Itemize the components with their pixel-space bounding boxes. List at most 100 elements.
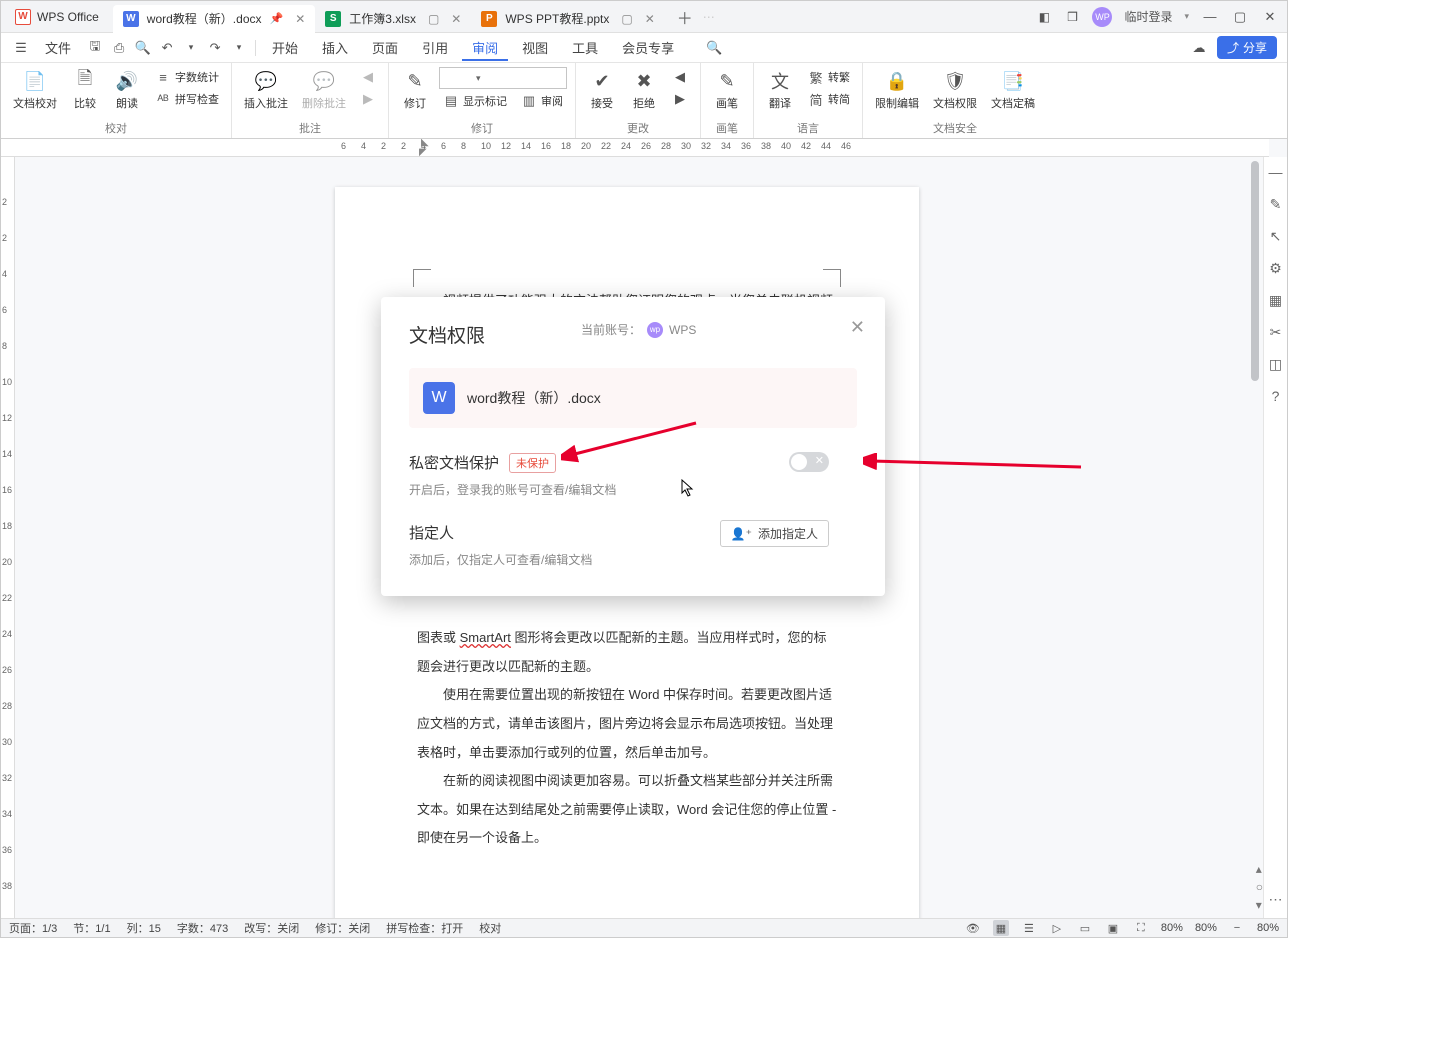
doc-paragraph[interactable]: 使用在需要位置出现的新按钮在 Word 中保存时间。若要更改图片适应文档的方式，…: [417, 681, 837, 767]
tab-ppt[interactable]: P WPS PPT教程.pptx ▢ ✕: [471, 5, 664, 33]
zoom-value-3[interactable]: 80%: [1257, 922, 1279, 934]
doc-paragraph[interactable]: 在新的阅读视图中阅读更加容易。可以折叠文档某些部分并关注所需文本。如果在达到结尾…: [417, 767, 837, 853]
tab-pin-icon[interactable]: 📌: [270, 12, 284, 25]
help-icon[interactable]: ?: [1267, 387, 1285, 405]
tab-close-icon[interactable]: ✕: [295, 12, 305, 26]
more-icon[interactable]: ⋯: [1267, 890, 1285, 908]
vertical-scrollbar[interactable]: [1249, 157, 1261, 918]
share-button[interactable]: ⤴ 分享: [1217, 36, 1277, 59]
menu-review[interactable]: 审阅: [462, 34, 508, 61]
status-overwrite[interactable]: 改写：关闭: [244, 920, 299, 936]
grid-icon[interactable]: ▦: [1267, 291, 1285, 309]
minus-icon[interactable]: —: [1267, 163, 1285, 181]
prev-comment-button[interactable]: ◀: [356, 67, 380, 87]
window-minimize-icon[interactable]: —: [1201, 9, 1219, 24]
spell-check-button[interactable]: ᴬᴮ拼写检查: [151, 89, 223, 109]
status-proof[interactable]: 校对: [479, 920, 501, 936]
hamburger-icon[interactable]: ☰: [11, 38, 31, 58]
compare-button[interactable]: 🗎比较: [67, 67, 103, 113]
doc-proof-button[interactable]: 📄文档校对: [9, 67, 61, 113]
status-column[interactable]: 列：15: [127, 920, 161, 936]
status-revision[interactable]: 修订：关闭: [315, 920, 370, 936]
markup-mode-combo[interactable]: ▾: [439, 67, 567, 89]
track-changes-button[interactable]: ✎修订: [397, 67, 433, 113]
prev-change-button[interactable]: ◀: [668, 67, 692, 87]
to-trad-button[interactable]: 繁转繁: [804, 67, 854, 87]
preview-icon[interactable]: 🔍: [133, 38, 153, 58]
login-label[interactable]: 临时登录: [1124, 8, 1172, 25]
eye-icon[interactable]: 👁: [965, 920, 981, 936]
chevron-down-icon[interactable]: ▾: [229, 38, 249, 58]
print-icon[interactable]: ⎙: [109, 38, 129, 58]
tab-restore-icon[interactable]: ▢: [621, 12, 632, 26]
zoom-value-1[interactable]: 80%: [1161, 922, 1183, 934]
zoom-out-icon[interactable]: −: [1229, 920, 1245, 936]
chevron-down-icon[interactable]: ▾: [1184, 11, 1189, 22]
status-section[interactable]: 节：1/1: [73, 920, 110, 936]
doc-permission-button[interactable]: 🛡文档权限: [929, 67, 981, 113]
to-simp-button[interactable]: 简转简: [804, 89, 854, 109]
cloud-icon[interactable]: ☁: [1189, 38, 1209, 58]
fullscreen-icon[interactable]: ⛶: [1133, 920, 1149, 936]
tools-icon[interactable]: ✂: [1267, 323, 1285, 341]
insert-comment-button[interactable]: 💬插入批注: [240, 67, 292, 113]
undo-icon[interactable]: ↶: [157, 38, 177, 58]
panel-icon[interactable]: ◧: [1036, 9, 1052, 25]
tab-close-icon[interactable]: ✕: [645, 12, 655, 26]
tab-sheet[interactable]: S 工作簿3.xlsx ▢ ✕: [315, 5, 471, 33]
vertical-ruler[interactable]: 224681012141618202224262830323436384042: [1, 157, 15, 918]
horizontal-ruler[interactable]: 6422468101214161820222426283032343638404…: [1, 139, 1269, 157]
cube-icon[interactable]: ❒: [1064, 9, 1080, 25]
menu-view[interactable]: 视图: [512, 34, 558, 61]
tab-overflow-icon[interactable]: ⋯: [703, 10, 715, 24]
menu-start[interactable]: 开始: [262, 34, 308, 61]
read-aloud-button[interactable]: 🔊朗读: [109, 67, 145, 113]
page-select-icon[interactable]: ○: [1256, 880, 1263, 894]
search-icon[interactable]: 🔍: [704, 38, 724, 58]
view-icon[interactable]: ◫: [1267, 355, 1285, 373]
review-pane-button[interactable]: ▥审阅: [517, 91, 567, 111]
add-assignee-button[interactable]: 👤⁺ 添加指定人: [720, 520, 829, 547]
reject-button[interactable]: ✖拒绝: [626, 67, 662, 113]
next-change-button[interactable]: ▶: [668, 89, 692, 109]
outline-view-icon[interactable]: ☰: [1021, 920, 1037, 936]
status-word-count[interactable]: 字数：473: [177, 920, 228, 936]
pen-button[interactable]: ✎画笔: [709, 67, 745, 113]
window-close-icon[interactable]: ✕: [1261, 9, 1279, 25]
smartart-link[interactable]: SmartArt: [460, 630, 511, 645]
delete-comment-button[interactable]: 💬删除批注: [298, 67, 350, 113]
page-up-icon[interactable]: ▴: [1256, 862, 1263, 876]
menu-tools[interactable]: 工具: [562, 34, 608, 61]
reading-view-icon[interactable]: ▣: [1105, 920, 1121, 936]
show-markup-button[interactable]: ▤显示标记: [439, 91, 511, 111]
doc-final-button[interactable]: 📑文档定稿: [987, 67, 1039, 113]
restrict-edit-button[interactable]: 🔒限制编辑: [871, 67, 923, 113]
doc-paragraph[interactable]: 图表或 SmartArt 图形将会更改以匹配新的主题。当应用样式时，您的标题会进…: [417, 624, 837, 681]
web-view-icon[interactable]: ▭: [1077, 920, 1093, 936]
select-icon[interactable]: ↖: [1267, 227, 1285, 245]
next-comment-button[interactable]: ▶: [356, 89, 380, 109]
protect-toggle[interactable]: ✕: [789, 452, 829, 472]
scrollbar-thumb[interactable]: [1251, 161, 1259, 381]
zoom-value-2[interactable]: 80%: [1195, 922, 1217, 934]
window-restore-icon[interactable]: ▢: [1231, 9, 1249, 25]
save-icon[interactable]: 🖫: [85, 38, 105, 58]
dialog-close-icon[interactable]: ✕: [850, 317, 865, 338]
pencil-icon[interactable]: ✎: [1267, 195, 1285, 213]
redo-icon[interactable]: ↷: [205, 38, 225, 58]
status-page[interactable]: 页面：1/3: [9, 920, 57, 936]
settings-icon[interactable]: ⚙: [1267, 259, 1285, 277]
accept-button[interactable]: ✔接受: [584, 67, 620, 113]
menu-file[interactable]: 文件: [35, 34, 81, 61]
tab-word-doc[interactable]: W word教程（新）.docx 📌 ✕: [113, 5, 315, 33]
new-tab-button[interactable]: ＋: [675, 7, 695, 27]
play-icon[interactable]: ▷: [1049, 920, 1065, 936]
page-view-icon[interactable]: ▦: [993, 920, 1009, 936]
word-count-button[interactable]: ≡字数统计: [151, 67, 223, 87]
menu-reference[interactable]: 引用: [412, 34, 458, 61]
user-avatar-icon[interactable]: WP: [1092, 7, 1112, 27]
status-spellcheck[interactable]: 拼写检查：打开: [386, 920, 463, 936]
menu-vip[interactable]: 会员专享: [612, 34, 684, 61]
tab-close-icon[interactable]: ✕: [451, 12, 461, 26]
tab-restore-icon[interactable]: ▢: [428, 12, 439, 26]
